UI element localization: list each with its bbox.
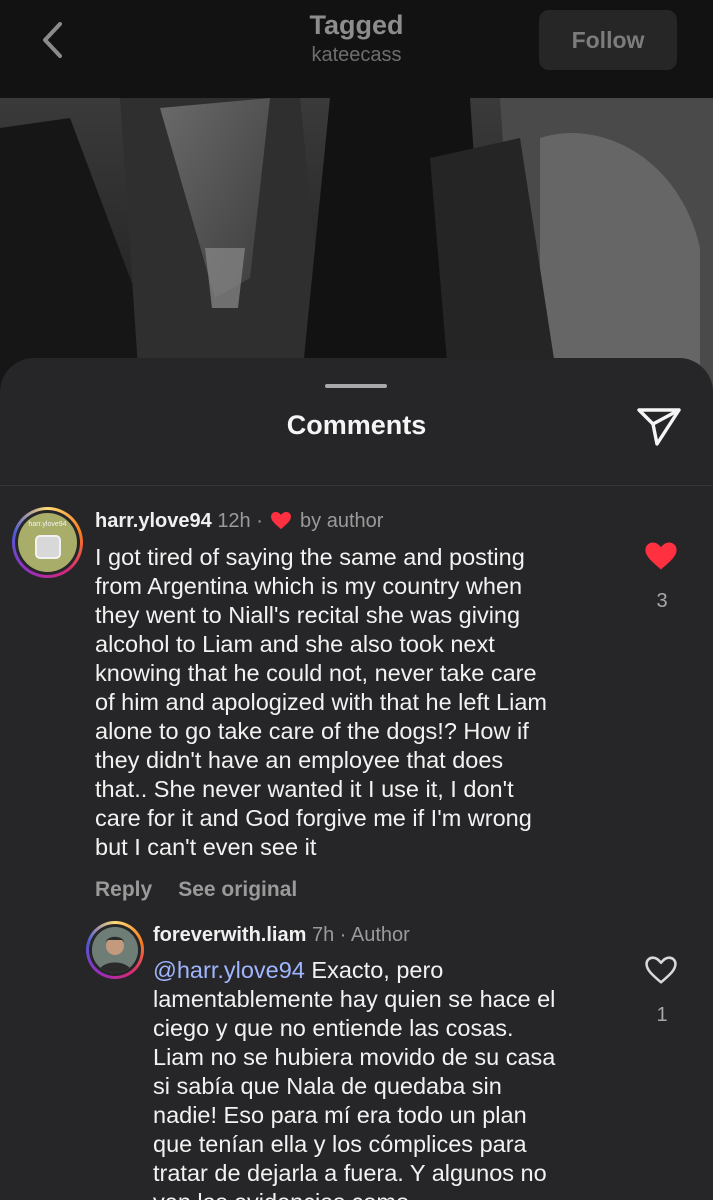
reply-button[interactable]: Reply [95,878,152,901]
comment-body: I got tired of saying the same and posti… [95,543,625,862]
comment-line: si sabía que Nala de quedaba sin [153,1073,502,1099]
comment-line: que tenían ella y los cómplices para [153,1131,527,1157]
comment-username[interactable]: foreverwith.liam [153,924,306,946]
heart-filled-icon [271,511,292,530]
avatar-photo [92,927,138,973]
avatar-caption: harr.ylove94 [28,521,67,528]
mention-link[interactable]: @harr.ylove94 [153,957,305,983]
back-button[interactable] [30,18,74,62]
like-button[interactable] [644,541,680,575]
comment-header: harr.ylove94 12h · by author [95,510,383,533]
follow-button[interactable]: Follow [539,10,677,70]
comment-line: ciego y que no entiende las cosas. [153,1015,514,1041]
paper-plane-icon [637,408,681,446]
divider [0,485,713,486]
separator: · [334,924,351,946]
avatar[interactable] [86,921,144,979]
avatar-badge [35,535,61,559]
share-button[interactable] [635,404,683,448]
like-count: 1 [656,1004,668,1026]
comment-line: care for it and God forgive me if I'm wr… [95,805,532,831]
comment-line: tratar de dejarla a fuera. Y algunos no [153,1160,547,1186]
comment-line: from Argentina which is my country when [95,573,523,599]
author-badge-label: by author [300,510,384,532]
heart-outline-icon [645,956,677,984]
comment-line: but I can't even see it [95,834,317,860]
comment-body: @harr.ylove94 Exacto, pero lamentablemen… [153,956,633,1200]
sheet-title: Comments [286,410,427,440]
comment-line: ven las evidencias como [153,1188,633,1200]
drag-handle[interactable] [325,384,387,388]
comment-line: lamentablemente hay quien se hace el [153,986,556,1012]
comment-line: alcohol to Liam and she also took next [95,631,495,657]
avatar[interactable]: harr.ylove94 [12,507,83,578]
comment-time: 7h [311,924,335,946]
comment-header: foreverwith.liam 7h · Author [153,924,410,947]
top-bar: Tagged kateecass Follow [0,0,713,98]
comment-line: they didn't have an employee that does [95,747,504,773]
comment-line: @harr.ylove94 Exacto, pero [153,956,633,985]
comment-line: alone to go take care of the dogs!? How … [95,718,529,744]
heart-filled-icon [645,542,677,570]
comments-sheet: Comments harr.ylove94 harr.ylove94 12h ·… [0,358,713,1200]
chevron-left-icon [43,22,62,58]
author-label: Author [350,924,410,946]
comment-time: 12h [217,510,251,532]
comment-line: knowing that he could not, never take ca… [95,660,537,686]
comment-line: nadie! Eso para mí era todo un plan [153,1102,527,1128]
post-photo [0,98,713,398]
separator: · [250,510,269,532]
comment-line: Liam no se hubiera movido de su casa [153,1044,556,1070]
comment-line: of him and apologized with that he left … [95,689,547,715]
like-count: 3 [656,590,668,612]
comment-line: they went to Niall's recital she was giv… [95,602,521,628]
comment-line: I got tired of saying the same and posti… [95,544,525,570]
like-button[interactable] [644,955,680,989]
comment-actions: Reply See original [95,878,323,902]
comment-username[interactable]: harr.ylove94 [95,510,212,532]
comment-line: that.. She never wanted it I use it, I d… [95,776,514,802]
see-original-button[interactable]: See original [178,878,297,901]
comment-text: Exacto, pero [304,957,444,983]
